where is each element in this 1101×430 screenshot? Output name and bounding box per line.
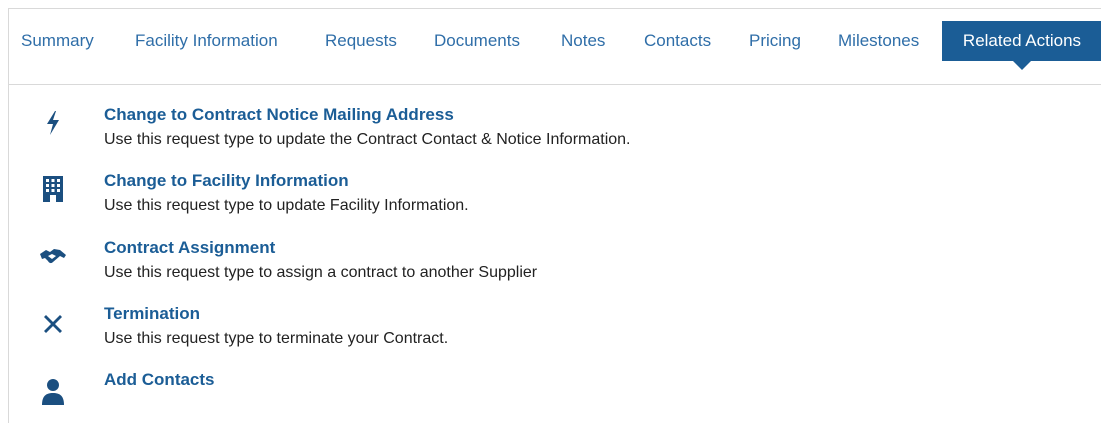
action-title-link[interactable]: Contract Assignment <box>104 238 275 258</box>
action-item-change-contract-notice: Change to Contract Notice Mailing Addres… <box>9 105 1101 165</box>
building-icon <box>39 175 67 203</box>
action-description: Use this request type to update the Cont… <box>104 131 631 148</box>
content-frame: Summary Facility Information Requests Do… <box>8 8 1101 423</box>
action-title-link[interactable]: Change to Contract Notice Mailing Addres… <box>104 105 454 125</box>
action-item-contract-assignment: Contract Assignment Use this request typ… <box>9 238 1101 298</box>
tab-facility-information[interactable]: Facility Information <box>135 21 278 61</box>
tab-contacts[interactable]: Contacts <box>644 21 711 61</box>
action-title-link[interactable]: Termination <box>104 304 200 324</box>
action-title-link[interactable]: Add Contacts <box>104 370 215 390</box>
tab-requests[interactable]: Requests <box>325 21 397 61</box>
handshake-icon <box>39 244 67 272</box>
tab-notes[interactable]: Notes <box>561 21 605 61</box>
action-description: Use this request type to update Facility… <box>104 197 469 214</box>
action-title-link[interactable]: Change to Facility Information <box>104 171 349 191</box>
tab-related-actions[interactable]: Related Actions <box>942 21 1101 70</box>
tab-milestones[interactable]: Milestones <box>838 21 919 61</box>
tab-bar: Summary Facility Information Requests Do… <box>9 9 1101 85</box>
tab-documents[interactable]: Documents <box>434 21 520 61</box>
action-description: Use this request type to terminate your … <box>104 330 449 347</box>
tab-summary[interactable]: Summary <box>21 21 94 61</box>
close-x-icon <box>39 310 67 338</box>
action-item-termination: Termination Use this request type to ter… <box>9 304 1101 364</box>
action-item-change-facility-info: Change to Facility Information Use this … <box>9 171 1101 231</box>
lightning-bolt-icon <box>39 109 67 137</box>
action-description: Use this request type to assign a contra… <box>104 264 538 281</box>
action-item-add-contacts: Add Contacts <box>9 370 1101 430</box>
user-icon <box>39 378 67 406</box>
tab-pricing[interactable]: Pricing <box>749 21 801 61</box>
